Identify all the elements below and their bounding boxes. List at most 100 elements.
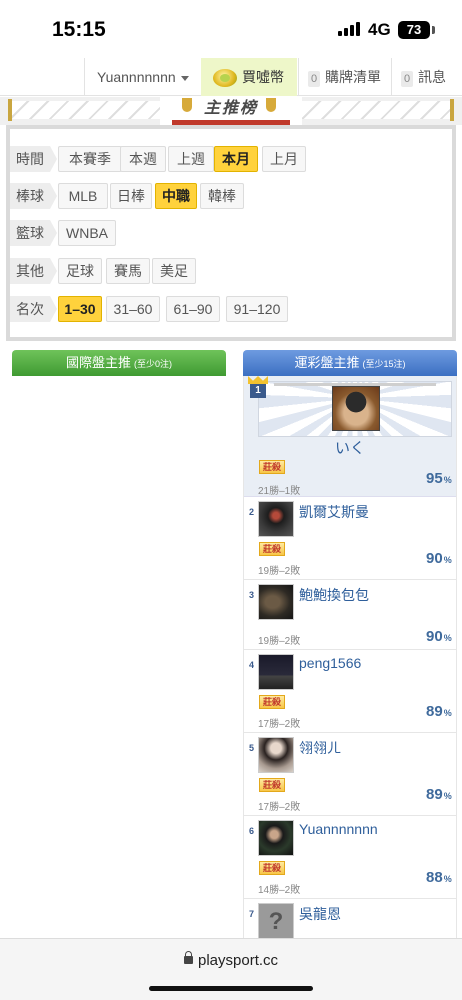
avatar[interactable] xyxy=(332,386,380,431)
player-name[interactable]: peng1566 xyxy=(299,655,361,671)
lottery-note: (至少15注) xyxy=(362,359,406,369)
kill-badge: 莊殺 xyxy=(259,542,285,556)
lock-icon xyxy=(184,951,193,964)
percent-sign: % xyxy=(443,555,452,565)
messages-label: 訊息 xyxy=(418,69,446,85)
filter-label-time: 時間 xyxy=(10,146,57,172)
filter-rank-61-90[interactable]: 61–90 xyxy=(166,296,220,322)
ranking-item-3[interactable]: 3 鮑鮑換包包 19勝–2敗 90% xyxy=(244,580,456,650)
filter-baseball-mlb[interactable]: MLB xyxy=(58,183,108,209)
filter-time-this-month[interactable]: 本月 xyxy=(214,146,258,172)
trophy-icon xyxy=(266,98,276,112)
win-rate: 89% xyxy=(426,703,452,720)
cart-link[interactable]: 0 購牌清單 xyxy=(298,58,391,96)
percent-sign: % xyxy=(443,791,452,801)
filter-rank-1-30[interactable]: 1–30 xyxy=(58,296,102,322)
filter-time-this-week[interactable]: 本週 xyxy=(120,146,166,172)
avatar[interactable] xyxy=(258,501,294,537)
username: Yuannnnnnn xyxy=(97,69,176,85)
kill-badge: 莊殺 xyxy=(259,778,285,792)
win-rate: 95% xyxy=(426,470,452,487)
filter-label-rank: 名次 xyxy=(10,296,57,322)
filter-time-last-month[interactable]: 上月 xyxy=(262,146,306,172)
win-rate-value: 89 xyxy=(426,703,443,720)
filter-other-american-football[interactable]: 美足 xyxy=(152,258,196,284)
rank-number: 4 xyxy=(249,660,255,670)
ranking-item-6[interactable]: 6 Yuannnnnnn 莊殺 14勝–2敗 88% xyxy=(244,816,456,899)
default-avatar-icon[interactable]: ? xyxy=(258,903,294,938)
browser-url-bar[interactable]: playsport.cc xyxy=(0,938,462,1000)
player-name[interactable]: Yuannnnnnn xyxy=(299,821,378,837)
win-loss-record: 17勝–2敗 xyxy=(258,802,301,813)
cart-label: 購牌清單 xyxy=(325,69,381,85)
win-rate: 90% xyxy=(426,628,452,645)
intl-note: (至少0注) xyxy=(134,359,172,369)
user-menu[interactable]: Yuannnnnnn xyxy=(84,58,200,96)
win-rate-value: 88 xyxy=(426,869,443,886)
player-name[interactable]: いく xyxy=(244,437,456,458)
player-name[interactable]: 鮑鮑換包包 xyxy=(299,585,369,605)
percent-sign: % xyxy=(443,475,452,485)
message-count-badge: 0 xyxy=(401,71,413,87)
network-label: 4G xyxy=(368,20,391,39)
ranking-banner: 主推榜 xyxy=(0,97,462,125)
tab-international[interactable]: 國際盤主推 (至少0注) xyxy=(12,350,226,376)
player-name[interactable]: 翎翎ㄦ xyxy=(299,738,341,758)
player-name[interactable]: 吳龍恩 xyxy=(299,904,341,924)
top-nav: Yuannnnnnn 買噓幣 0 購牌清單 0 訊息 xyxy=(0,58,462,96)
win-loss-record: 14勝–2敗 xyxy=(258,885,301,896)
filter-time-last-week[interactable]: 上週 xyxy=(168,146,214,172)
filter-basketball-wnba[interactable]: WNBA xyxy=(58,220,116,246)
cart-count-badge: 0 xyxy=(308,71,320,87)
filter-label-basketball: 籃球 xyxy=(10,220,57,246)
filter-baseball-kbo[interactable]: 韓棒 xyxy=(200,183,244,209)
signal-icon xyxy=(338,22,360,36)
ranking-item-1[interactable]: 1 いく 莊殺 21勝–1敗 95% xyxy=(244,376,456,497)
filter-label-other: 其他 xyxy=(10,258,57,284)
post-decoration xyxy=(8,99,12,121)
avatar[interactable] xyxy=(258,820,294,856)
avatar[interactable] xyxy=(258,584,294,620)
avatar[interactable] xyxy=(258,737,294,773)
messages-link[interactable]: 0 訊息 xyxy=(391,58,462,96)
status-bar: 15:15 4G 73 xyxy=(0,0,462,58)
percent-sign: % xyxy=(443,708,452,718)
filter-rank-91-120[interactable]: 91–120 xyxy=(226,296,288,322)
ranking-item-2[interactable]: 2 凱爾艾斯曼 莊殺 19勝–2敗 90% xyxy=(244,497,456,580)
filter-baseball-cpbl[interactable]: 中職 xyxy=(155,183,197,209)
filter-rank-31-60[interactable]: 31–60 xyxy=(106,296,160,322)
buy-coins-button[interactable]: 買噓幣 xyxy=(201,58,297,96)
filter-other-soccer[interactable]: 足球 xyxy=(58,258,102,284)
win-rate-value: 90 xyxy=(426,550,443,567)
trophy-icon xyxy=(182,98,192,112)
rank-number: 1 xyxy=(250,384,266,398)
status-time: 15:15 xyxy=(52,18,106,41)
filter-time-season[interactable]: 本賽季 xyxy=(58,146,122,172)
rank-number: 7 xyxy=(249,909,255,919)
ranking-item-7[interactable]: 7 ? 吳龍恩 xyxy=(244,899,456,938)
intl-title: 國際盤主推 xyxy=(65,355,131,370)
win-rate-value: 95 xyxy=(426,470,443,487)
crown-icon xyxy=(248,376,268,384)
kill-badge: 莊殺 xyxy=(259,861,285,875)
filter-other-horse-racing[interactable]: 賽馬 xyxy=(106,258,150,284)
buy-coins-label: 買噓幣 xyxy=(242,69,284,85)
ranking-item-5[interactable]: 5 翎翎ㄦ 莊殺 17勝–2敗 89% xyxy=(244,733,456,816)
win-rate: 89% xyxy=(426,786,452,803)
avatar[interactable] xyxy=(258,654,294,690)
coin-icon xyxy=(213,69,237,88)
percent-sign: % xyxy=(443,874,452,884)
win-loss-record: 21勝–1敗 xyxy=(258,486,301,497)
win-rate-value: 89 xyxy=(426,786,443,803)
tab-lottery[interactable]: 運彩盤主推 (至少15注) xyxy=(243,350,457,376)
win-rate-value: 90 xyxy=(426,628,443,645)
player-name[interactable]: 凱爾艾斯曼 xyxy=(299,502,369,522)
filter-baseball-npb[interactable]: 日棒 xyxy=(110,183,152,209)
percent-sign: % xyxy=(443,633,452,643)
filter-label-baseball: 棒球 xyxy=(10,183,57,209)
home-indicator[interactable] xyxy=(149,986,313,991)
ranking-item-4[interactable]: 4 peng1566 莊殺 17勝–2敗 89% xyxy=(244,650,456,733)
url-text[interactable]: playsport.cc xyxy=(198,952,278,969)
rank-number: 3 xyxy=(249,590,255,600)
win-rate: 90% xyxy=(426,550,452,567)
